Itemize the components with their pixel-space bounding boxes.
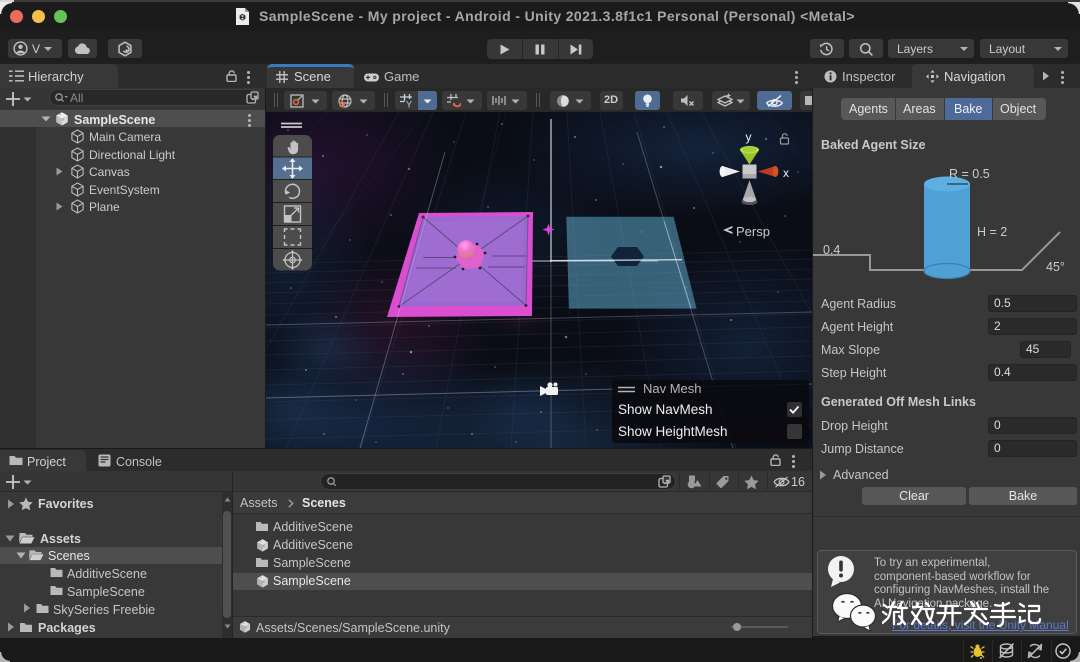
svg-text:x: x [783, 166, 789, 180]
svg-text:H = 2: H = 2 [977, 225, 1007, 239]
svg-text:R = 0.5: R = 0.5 [949, 167, 990, 181]
svg-text:Y: Y [406, 100, 412, 109]
svg-text:45°: 45° [1046, 260, 1065, 274]
svg-text:Persp: Persp [736, 224, 770, 239]
svg-text:Nav Mesh: Nav Mesh [643, 381, 702, 396]
svg-text:y: y [746, 130, 752, 144]
svg-text:0.4: 0.4 [823, 243, 840, 257]
svg-text:Show HeightMesh: Show HeightMesh [618, 424, 728, 439]
svg-text:Show NavMesh: Show NavMesh [618, 402, 713, 417]
